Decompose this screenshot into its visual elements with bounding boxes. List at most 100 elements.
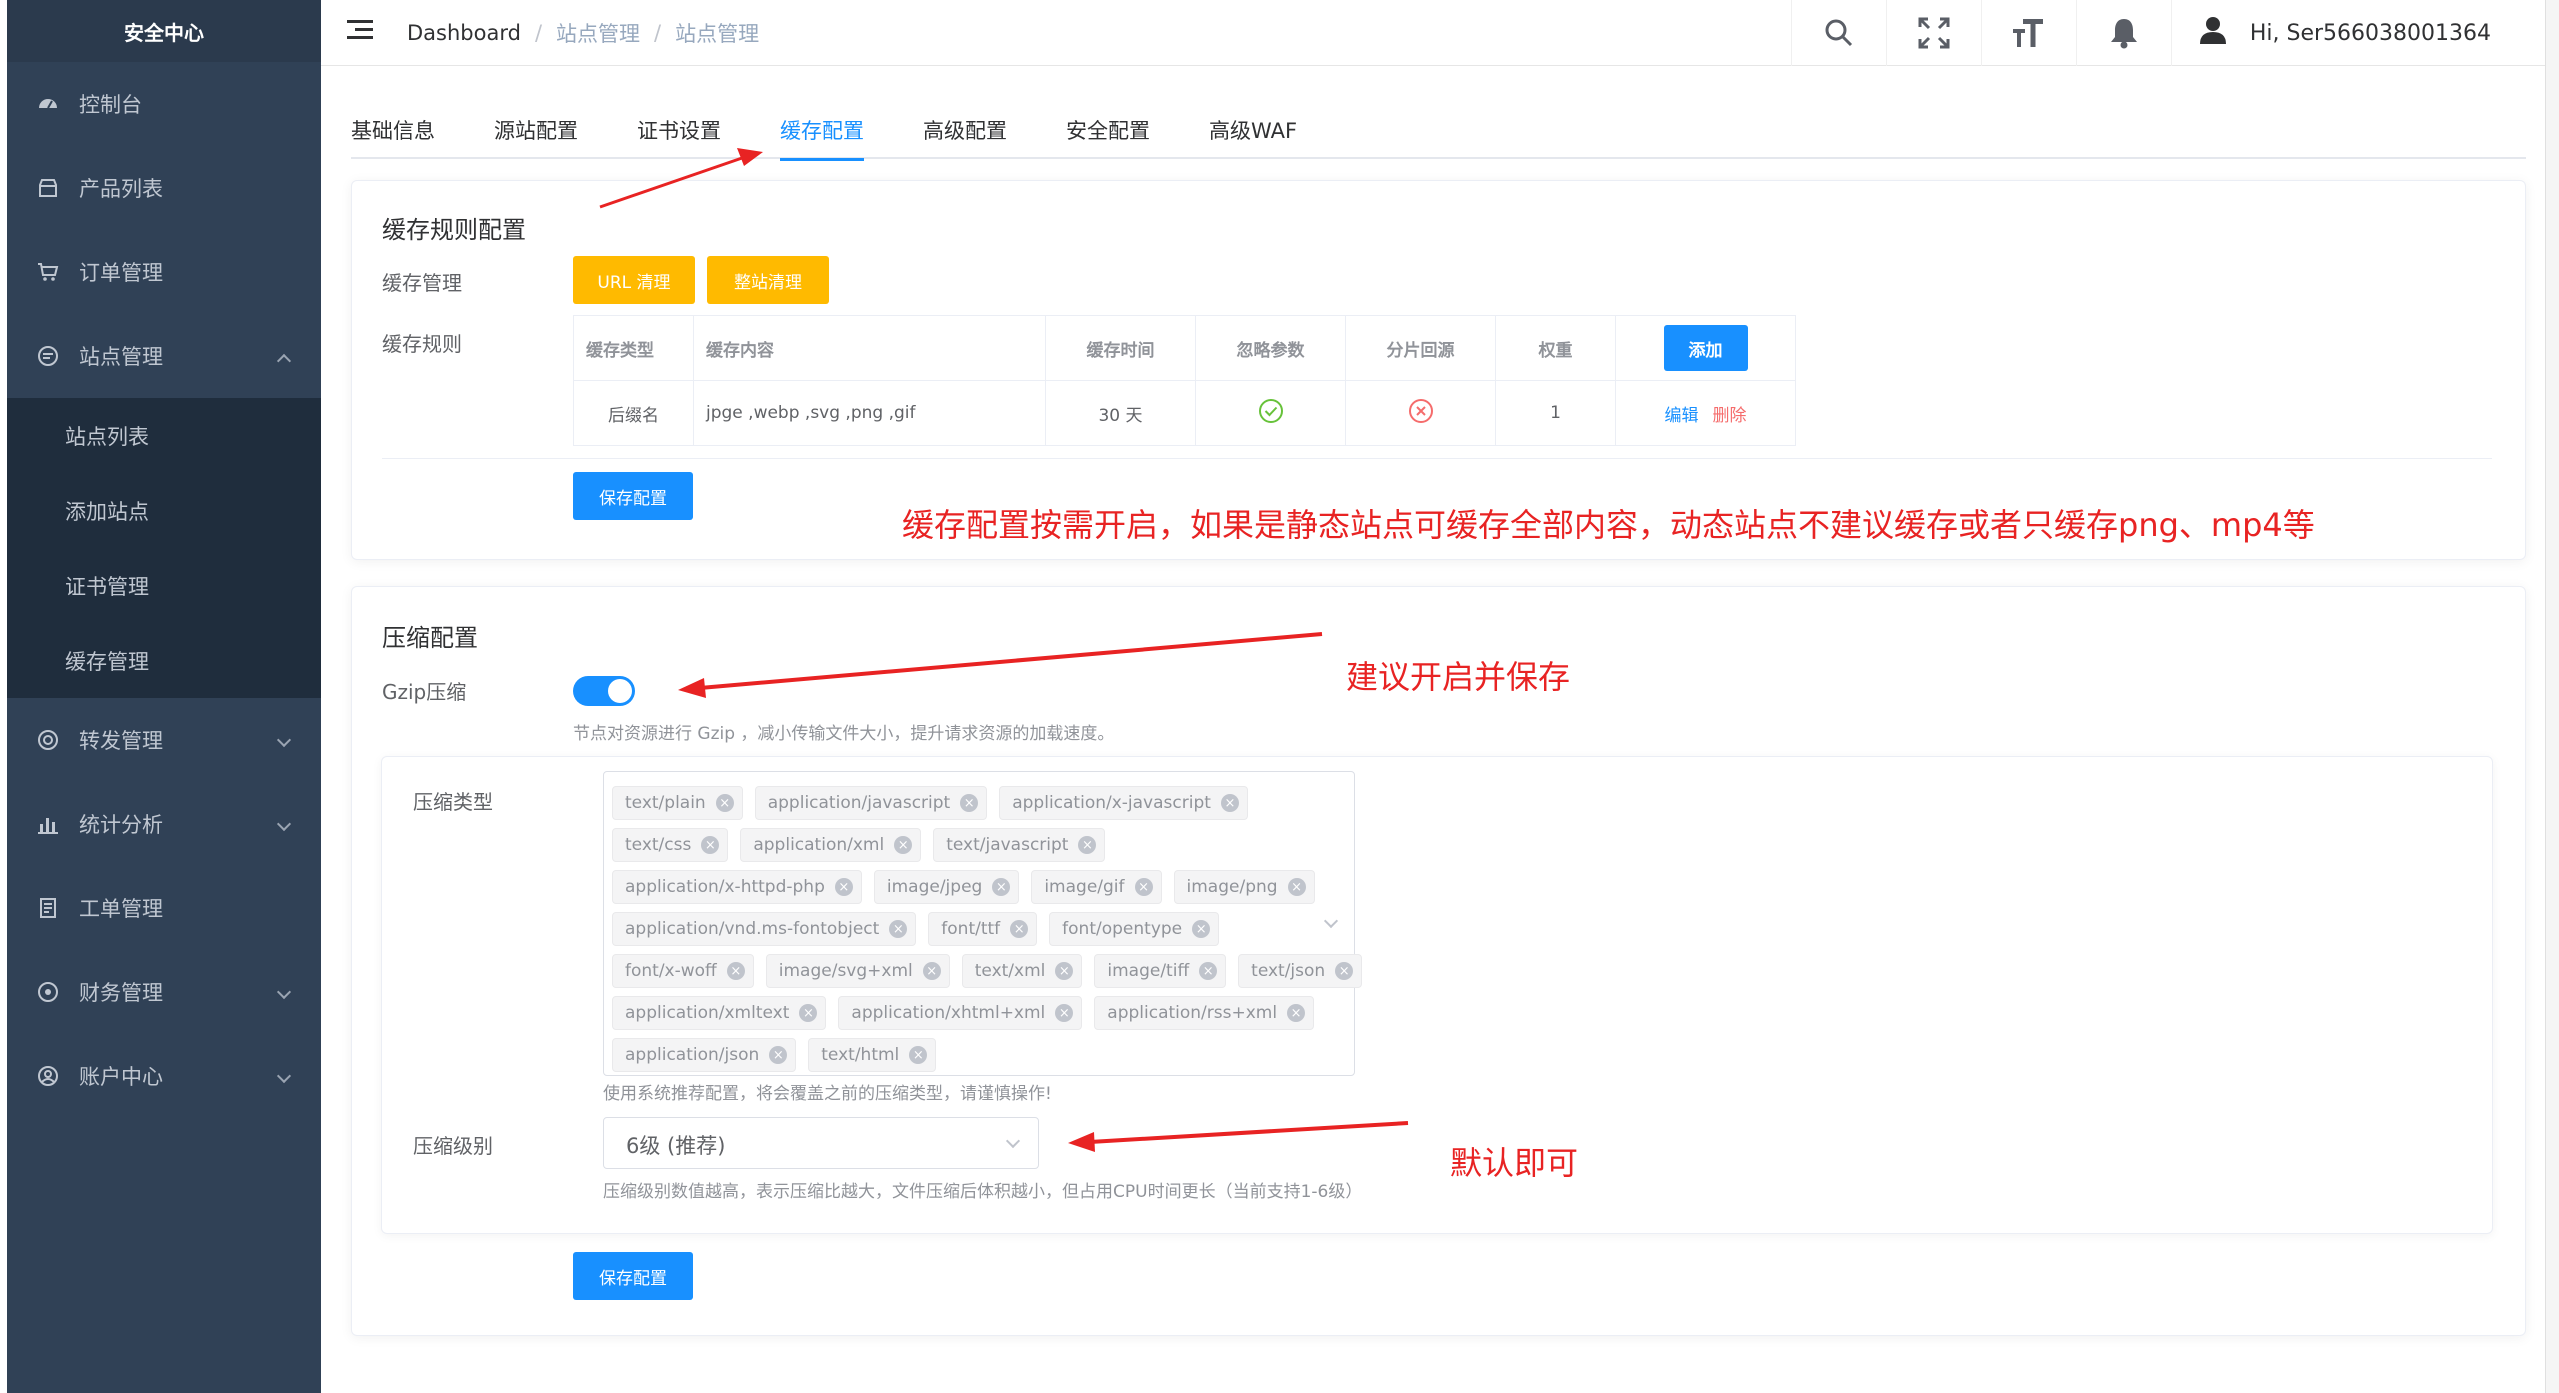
col-cache-content: 缓存内容 [693, 315, 1046, 381]
tab-cache-config[interactable]: 缓存配置 [780, 107, 864, 161]
close-icon[interactable]: × [1287, 878, 1306, 896]
compress-type-hint: 使用系统推荐配置，将会覆盖之前的压缩类型，请谨慎操作! [603, 1084, 1052, 1104]
bell-icon[interactable] [2075, 0, 2171, 66]
close-icon[interactable]: × [715, 794, 734, 812]
tag-row: text/css × application/xml × text/javascri… [612, 824, 1334, 866]
gzip-toggle[interactable] [573, 676, 635, 706]
close-icon[interactable]: × [701, 836, 720, 854]
cart-icon [35, 259, 61, 285]
close-icon[interactable]: × [1199, 962, 1218, 980]
annotation-gzip-note: 建议开启并保存 [1346, 658, 1571, 696]
sidebar-item-label: 账户中心 [79, 1065, 163, 1089]
sidebar-item-orders[interactable]: 订单管理 [7, 230, 321, 314]
search-icon[interactable] [1790, 0, 1886, 66]
sidebar-item-finance[interactable]: 财务管理 [7, 950, 321, 1034]
sidebar-item-label: 转发管理 [79, 729, 163, 753]
finance-icon [35, 979, 61, 1005]
close-icon[interactable]: × [1192, 920, 1211, 938]
tag: application/vnd.ms-fontobject × [612, 912, 917, 946]
sidebar-item-account[interactable]: 账户中心 [7, 1034, 321, 1118]
config-tabs: 基础信息 源站配置 证书设置 缓存配置 高级配置 安全配置 高级WAF [351, 107, 2526, 161]
close-icon[interactable]: × [1055, 1004, 1074, 1022]
tab-origin-config[interactable]: 源站配置 [494, 107, 578, 159]
col-range-origin: 分片回源 [1345, 315, 1496, 381]
font-size-icon[interactable] [1980, 0, 2076, 66]
sidebar-title: 安全中心 [7, 0, 321, 62]
tab-security-config[interactable]: 安全配置 [1066, 107, 1150, 159]
fullscreen-icon[interactable] [1885, 0, 1981, 66]
close-icon[interactable]: × [889, 920, 908, 938]
tag: text/html × [808, 1038, 937, 1072]
user-greeting: Hi, Ser566038001364 [2249, 20, 2491, 46]
menu-toggle-icon[interactable] [347, 20, 373, 42]
tag: text/xml × [961, 954, 1083, 988]
sidebar-item-tickets[interactable]: 工单管理 [7, 866, 321, 950]
site-clear-button[interactable]: 整站清理 [707, 256, 829, 304]
gzip-hint: 节点对资源进行 Gzip ，减小传输文件大小，提升请求资源的加载速度。 [573, 724, 1115, 744]
sidebar-subitem-add-site[interactable]: 添加站点 [7, 473, 321, 548]
delete-link[interactable]: 删除 [1713, 406, 1747, 426]
close-icon[interactable]: × [1220, 794, 1239, 812]
tab-basic-info[interactable]: 基础信息 [351, 107, 435, 159]
chevron-down-icon [276, 984, 292, 1000]
tag: image/png × [1173, 870, 1315, 904]
tab-advanced-waf[interactable]: 高级WAF [1209, 107, 1297, 159]
tag: text/plain × [612, 786, 743, 820]
close-icon[interactable]: × [1134, 878, 1153, 896]
tab-advanced-config[interactable]: 高级配置 [923, 107, 1007, 159]
chevron-down-icon [276, 1068, 292, 1084]
close-icon[interactable]: × [909, 1046, 928, 1064]
tag: image/gif × [1031, 870, 1162, 904]
close-icon[interactable]: × [769, 1046, 788, 1064]
tag: image/jpeg × [873, 870, 1020, 904]
add-rule-button[interactable]: 添加 [1663, 325, 1748, 371]
tag-row: application/json × text/html × [612, 1034, 1334, 1076]
edit-link[interactable]: 编辑 [1665, 406, 1699, 426]
sidebar-item-forward[interactable]: 转发管理 [7, 698, 321, 782]
close-icon[interactable]: × [1010, 920, 1029, 938]
sidebar-item-label: 财务管理 [79, 981, 163, 1005]
page-scrollbar[interactable] [2545, 0, 2559, 1393]
save-cache-button[interactable]: 保存配置 [573, 472, 693, 520]
breadcrumb-home[interactable]: Dashboard [407, 21, 521, 45]
user-menu[interactable]: Hi, Ser566038001364 [2170, 0, 2559, 66]
compress-level-hint: 压缩级别数值越高，表示压缩比越大，文件压缩后体积越小，但占用CPU时间更长（当前… [603, 1182, 1363, 1202]
url-clear-button[interactable]: URL 清理 [573, 256, 695, 304]
compress-level-select[interactable]: 6级 (推荐) [603, 1117, 1039, 1169]
close-icon[interactable]: × [960, 794, 979, 812]
close-icon[interactable]: × [1078, 836, 1097, 854]
close-icon[interactable]: × [799, 1004, 818, 1022]
sidebar-subitem-site-list[interactable]: 站点列表 [7, 398, 321, 473]
tag: image/svg+xml × [765, 954, 950, 988]
compress-type-select[interactable]: text/plain × application/javascript × appl… [603, 771, 1363, 1076]
tag: application/xmltext × [612, 996, 827, 1030]
tag: application/rss+xml × [1094, 996, 1315, 1030]
close-icon[interactable]: × [834, 878, 853, 896]
sidebar-item-label: 统计分析 [79, 813, 163, 837]
cache-rules-label: 缓存规则 [382, 332, 462, 356]
tag: image/tiff × [1094, 954, 1227, 988]
close-icon[interactable]: × [992, 878, 1011, 896]
forward-icon [35, 727, 61, 753]
sidebar-item-sites[interactable]: 站点管理 [7, 314, 321, 398]
tab-cert-settings[interactable]: 证书设置 [637, 107, 721, 159]
close-icon[interactable]: × [894, 836, 913, 854]
close-icon[interactable]: × [1287, 1004, 1306, 1022]
close-icon[interactable]: × [1055, 962, 1074, 980]
save-compress-button[interactable]: 保存配置 [573, 1252, 693, 1300]
sidebar-subitem-cert[interactable]: 证书管理 [7, 548, 321, 623]
sidebar-item-products[interactable]: 产品列表 [7, 146, 321, 230]
close-icon[interactable]: × [726, 962, 745, 980]
header-actions: Hi, Ser566038001364 [1790, 0, 2559, 66]
store-icon [35, 175, 61, 201]
site-icon [35, 343, 61, 369]
cache-rules-title: 缓存规则配置 [382, 216, 526, 244]
close-icon[interactable]: × [1335, 962, 1354, 980]
close-icon[interactable]: × [922, 962, 941, 980]
sidebar-item-dashboard[interactable]: 控制台 [7, 62, 321, 146]
cache-divider [382, 458, 2492, 459]
sidebar-item-stats[interactable]: 统计分析 [7, 782, 321, 866]
sidebar-subitem-cache[interactable]: 缓存管理 [7, 623, 321, 698]
chevron-down-icon [276, 816, 292, 832]
table-header-row: 缓存类型 缓存内容 缓存时间 忽略参数 分片回源 权重 添加 [573, 315, 1796, 381]
